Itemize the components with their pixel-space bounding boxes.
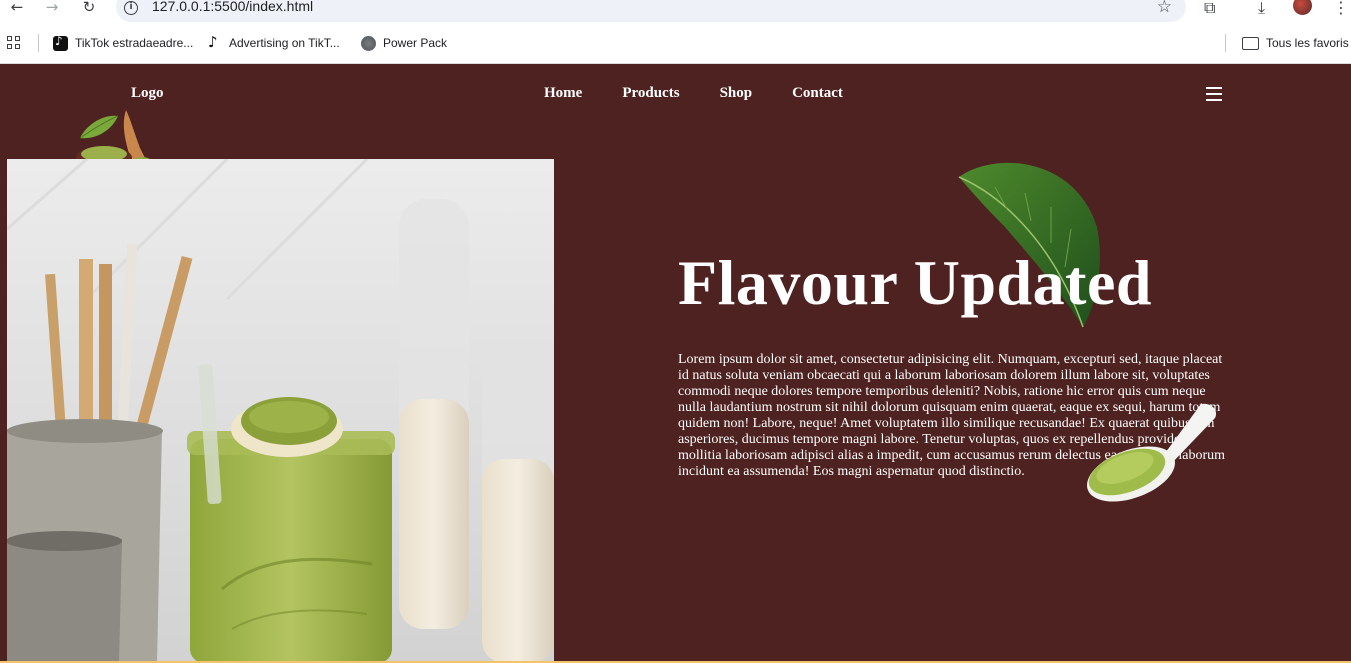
- main-nav: Home Products Shop Contact: [544, 85, 883, 102]
- apps-grid-icon[interactable]: [7, 36, 21, 50]
- bookmark-advertising-tiktok[interactable]: Advertising on TikT...: [207, 33, 340, 52]
- url-text[interactable]: 127.0.0.1:5500/index.html: [152, 0, 313, 14]
- menu-kebab-icon[interactable]: ⋮: [1333, 0, 1349, 17]
- webpage: Logo Home Products Shop Contact Flavour …: [0, 64, 1351, 663]
- tiktok-icon: [53, 34, 68, 51]
- browser-toolbar: ← → ↻ i 127.0.0.1:5500/index.html ☆ ⧉ ⤓ …: [0, 0, 1351, 22]
- hero-matcha-photo: [7, 159, 554, 663]
- bookmark-power-pack[interactable]: Power Pack: [361, 34, 447, 52]
- bookmark-label: TikTok estradaeadre...: [75, 36, 194, 50]
- all-bookmarks-label: Tous les favoris: [1266, 36, 1349, 50]
- reload-icon[interactable]: ↻: [79, 0, 99, 16]
- profile-avatar[interactable]: [1293, 0, 1312, 15]
- bookmarks-divider: [38, 34, 39, 52]
- back-icon[interactable]: ←: [7, 0, 27, 16]
- bookmarks-divider: [1225, 34, 1226, 52]
- bookmark-label: Power Pack: [383, 36, 448, 50]
- matcha-spoon-decoration: [1087, 403, 1217, 502]
- bookmark-star-icon[interactable]: ☆: [1157, 0, 1172, 17]
- matcha-bowl-decoration: [76, 110, 152, 164]
- nav-shop[interactable]: Shop: [720, 85, 753, 102]
- nav-products[interactable]: Products: [622, 85, 679, 102]
- extensions-icon[interactable]: ⧉: [1204, 0, 1215, 18]
- globe-icon: [361, 35, 376, 51]
- forward-icon[interactable]: →: [42, 0, 62, 16]
- bookmarks-bar: TikTok estradaeadre... Advertising on Ti…: [0, 22, 1351, 64]
- hamburger-menu-icon[interactable]: [1206, 87, 1222, 101]
- site-logo[interactable]: Logo: [131, 85, 164, 102]
- all-bookmarks-button[interactable]: Tous les favoris: [1242, 34, 1349, 52]
- nav-home[interactable]: Home: [544, 85, 582, 102]
- bookmark-tiktok-estradaeadre[interactable]: TikTok estradaeadre...: [53, 34, 193, 52]
- download-icon[interactable]: ⤓: [1258, 0, 1265, 18]
- bookmark-label: Advertising on TikT...: [229, 36, 340, 50]
- address-bar[interactable]: i 127.0.0.1:5500/index.html ☆: [116, 0, 1186, 22]
- matcha-drink-illustration: [7, 159, 554, 663]
- site-info-icon[interactable]: i: [124, 1, 138, 15]
- tiktok-icon: [207, 33, 222, 51]
- folder-icon: [1242, 36, 1259, 50]
- hero-title: Flavour Updated: [678, 247, 1152, 318]
- nav-contact[interactable]: Contact: [792, 85, 843, 102]
